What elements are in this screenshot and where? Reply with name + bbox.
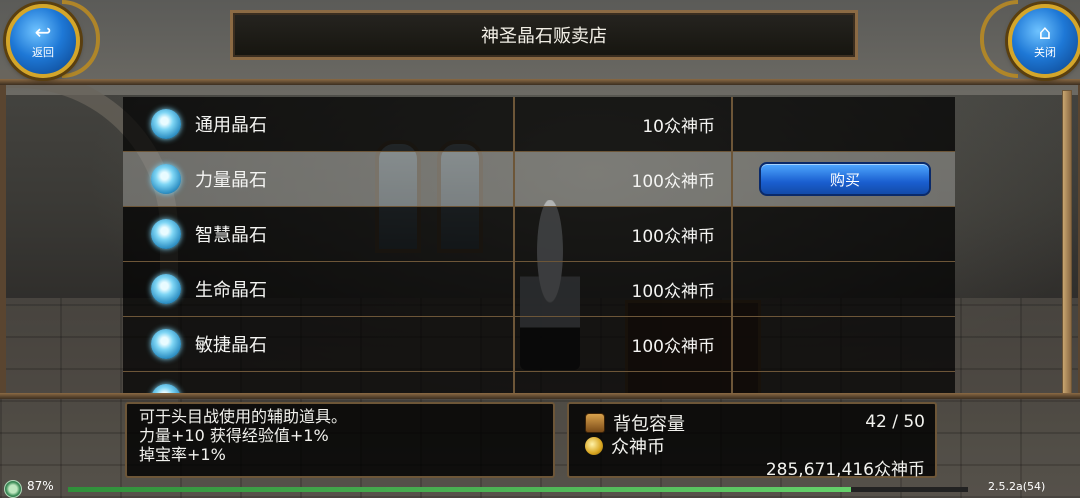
item-name: 通用晶石 [195, 115, 267, 136]
battery-icon [4, 480, 22, 498]
crystal-gem-icon [151, 274, 181, 304]
item-name-cell: 智慧晶石 [123, 207, 515, 261]
item-price-cell [515, 372, 733, 393]
status-bar: 87% 2.5.2a(54) [0, 478, 1080, 498]
item-price: 100众神币 [515, 262, 733, 316]
description-line: 掉宝率+1% [139, 445, 226, 464]
back-arrow-icon: ↩ [34, 20, 52, 44]
currency-line: 众神币 [585, 433, 665, 459]
inventory-stats-panel: 背包容量 42 / 50 众神币 285,671,416众神币 [567, 402, 937, 480]
item-name: 智慧晶石 [195, 225, 267, 246]
shop-title: 神圣晶石贩卖店 [230, 10, 858, 60]
back-button[interactable]: ↩ 返回 [6, 4, 80, 78]
close-button[interactable]: ⌂ 关闭 [1008, 4, 1080, 78]
back-button-label: 返回 [32, 46, 54, 59]
item-name: 生命晶石 [195, 280, 267, 301]
item-action-cell [735, 262, 955, 316]
item-action-cell: 购买 [735, 152, 955, 206]
crystal-gem-icon [151, 109, 181, 139]
version-label: 2.5.2a(54) [988, 480, 1046, 493]
item-row[interactable]: 生命晶石 100众神币 [123, 262, 955, 317]
crystal-gem-icon [151, 329, 181, 359]
crystal-gem-icon [151, 384, 181, 393]
item-row-selected[interactable]: 力量晶石 100众神币 购买 [123, 152, 955, 207]
currency-label: 众神币 [611, 437, 665, 458]
item-row[interactable]: 智慧晶石 100众神币 [123, 207, 955, 262]
item-description-panel: 可于头目战使用的辅助道具。 力量+10 获得经验值+1% 掉宝率+1% [125, 402, 555, 478]
close-button-label: 关闭 [1034, 46, 1056, 59]
home-icon: ⌂ [1038, 20, 1052, 44]
item-row[interactable]: 敏捷晶石 100众神币 [123, 317, 955, 372]
item-action-cell [735, 97, 955, 151]
description-line: 力量+10 获得经验值+1% [139, 426, 329, 445]
crystal-gem-icon [151, 219, 181, 249]
currency-value: 285,671,416众神币 [765, 460, 925, 480]
item-name: 敏捷晶石 [195, 335, 267, 356]
item-price: 10众神币 [515, 97, 733, 151]
item-name: 力量晶石 [195, 170, 267, 191]
item-name-cell: 生命晶石 [123, 262, 515, 316]
experience-bar [68, 487, 968, 492]
buy-button[interactable]: 购买 [759, 162, 931, 196]
item-price: 100众神币 [515, 207, 733, 261]
item-row[interactable]: 通用晶石 10众神币 [123, 97, 955, 152]
crystal-gem-icon [151, 164, 181, 194]
experience-bar-fill [68, 487, 851, 492]
shop-title-text: 神圣晶石贩卖店 [481, 26, 607, 47]
bag-capacity-value: 42 / 50 [865, 412, 925, 432]
battery-percent: 87% [27, 479, 54, 493]
item-row-partial[interactable] [123, 372, 955, 393]
item-price: 100众神币 [515, 152, 733, 206]
item-name-cell: 力量晶石 [123, 152, 515, 206]
description-line: 可于头目战使用的辅助道具。 [139, 407, 348, 426]
item-price: 100众神币 [515, 317, 733, 371]
bag-icon [585, 413, 605, 433]
item-action-cell [735, 372, 955, 393]
scrollbar-thumb[interactable] [1063, 91, 1071, 396]
coin-icon [585, 437, 603, 455]
item-list[interactable]: 通用晶石 10众神币 力量晶石 100众神币 购买 智慧晶石 100众神币 生命… [123, 97, 955, 393]
item-name-cell [123, 372, 515, 393]
list-scrollbar[interactable] [1062, 90, 1072, 397]
footer-divider [0, 393, 1080, 399]
item-action-cell [735, 207, 955, 261]
item-action-cell [735, 317, 955, 371]
item-name-cell: 敏捷晶石 [123, 317, 515, 371]
item-name-cell: 通用晶石 [123, 97, 515, 151]
